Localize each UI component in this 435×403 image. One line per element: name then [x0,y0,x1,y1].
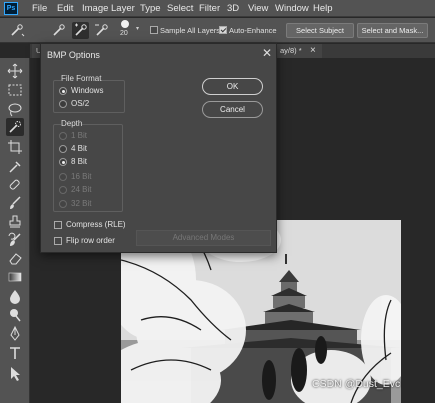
path-select-icon[interactable] [6,364,24,382]
menu-layer[interactable]: Layer [111,3,135,14]
radio-1-bit [59,132,67,140]
radio-1-bit-label: 1 Bit [71,131,88,140]
menu-type[interactable]: Type [140,3,161,14]
flip-row-order-label[interactable]: Flip row order [66,236,115,245]
advanced-modes-button: Advanced Modes [136,230,271,246]
compress-rle-label[interactable]: Compress (RLE) [66,220,126,229]
menu-file[interactable]: File [32,3,47,14]
tool-preset-quick-select-icon[interactable] [8,22,25,39]
brush-size-picker[interactable]: 20 [118,20,133,40]
menu-3d[interactable]: 3D [227,3,239,14]
flip-row-order-checkbox[interactable] [54,237,62,245]
document-tab-title-right: ay/8) * [280,46,302,55]
pen-icon[interactable] [6,325,24,343]
healing-icon[interactable] [6,176,24,194]
close-icon[interactable]: ✕ [261,47,273,59]
eyedropper-icon[interactable] [6,158,24,176]
radio-4-bit[interactable] [59,145,67,153]
menu-view[interactable]: View [248,3,268,14]
radio-32-bit-label: 32 Bit [71,199,92,208]
add-to-selection-brush-icon[interactable] [72,22,89,39]
blur-icon[interactable] [6,287,24,305]
watermark-text: CSDN @Dust_Evc [312,378,401,390]
document-tab-close-icon[interactable]: × [310,44,316,58]
radio-24-bit-label: 24 Bit [71,185,92,194]
ok-button[interactable]: OK [202,78,263,95]
lasso-icon[interactable] [6,100,24,118]
menu-help[interactable]: Help [313,3,333,14]
menu-image[interactable]: Image [82,3,108,14]
auto-enhance-checkbox[interactable] [219,26,227,34]
brush-size-value: 20 [120,30,128,37]
file-format-group [53,80,125,113]
quick-select-icon[interactable] [6,118,24,136]
file-format-label: File Format [61,74,102,83]
new-selection-brush-icon[interactable] [50,22,67,39]
tools-panel [0,58,30,403]
radio-16-bit-label: 16 Bit [71,172,92,181]
compress-rle-checkbox[interactable] [54,221,62,229]
radio-windows[interactable] [59,87,67,95]
radio-os2-label[interactable]: OS/2 [71,99,89,108]
select-and-mask-button[interactable]: Select and Mask... [357,23,428,38]
dodge-icon[interactable] [6,306,24,324]
menu-bar: Ps File Edit Image Layer Type Select Fil… [0,0,435,17]
radio-24-bit [59,186,67,194]
menu-select[interactable]: Select [167,3,193,14]
menu-window[interactable]: Window [275,3,309,14]
options-bar: 20 ▾ Sample All Layers Auto-Enhance Sele… [0,18,435,43]
clone-stamp-icon[interactable] [6,213,24,231]
marquee-icon[interactable] [6,81,24,99]
menu-edit[interactable]: Edit [57,3,73,14]
brush-icon[interactable] [6,194,24,212]
bmp-options-dialog: BMP Options ✕ File Format Windows OS/2 D… [40,43,277,253]
select-subject-button[interactable]: Select Subject [286,23,354,38]
subtract-from-selection-brush-icon[interactable] [93,22,110,39]
gradient-icon[interactable] [6,268,24,286]
radio-os2[interactable] [59,100,67,108]
radio-4-bit-label[interactable]: 4 Bit [71,144,87,153]
photoshop-logo[interactable]: Ps [4,2,18,15]
radio-8-bit-label[interactable]: 8 Bit [71,157,87,166]
eraser-icon[interactable] [6,249,24,267]
radio-16-bit [59,173,67,181]
radio-8-bit[interactable] [59,158,67,166]
history-brush-icon[interactable] [6,231,24,249]
move-icon[interactable] [6,62,24,80]
brush-size-dropdown-icon[interactable]: ▾ [136,25,139,32]
depth-label: Depth [61,119,83,128]
sample-all-layers-label: Sample All Layers [160,26,221,35]
type-icon[interactable] [6,344,24,362]
sample-all-layers-checkbox[interactable] [150,26,158,34]
auto-enhance-label: Auto-Enhance [229,26,277,35]
crop-icon[interactable] [6,138,24,156]
radio-32-bit [59,200,67,208]
menu-filter[interactable]: Filter [199,3,220,14]
dialog-title: BMP Options [47,50,100,60]
radio-windows-label[interactable]: Windows [71,86,103,95]
cancel-button[interactable]: Cancel [202,101,263,118]
brush-dot-icon [121,20,129,28]
